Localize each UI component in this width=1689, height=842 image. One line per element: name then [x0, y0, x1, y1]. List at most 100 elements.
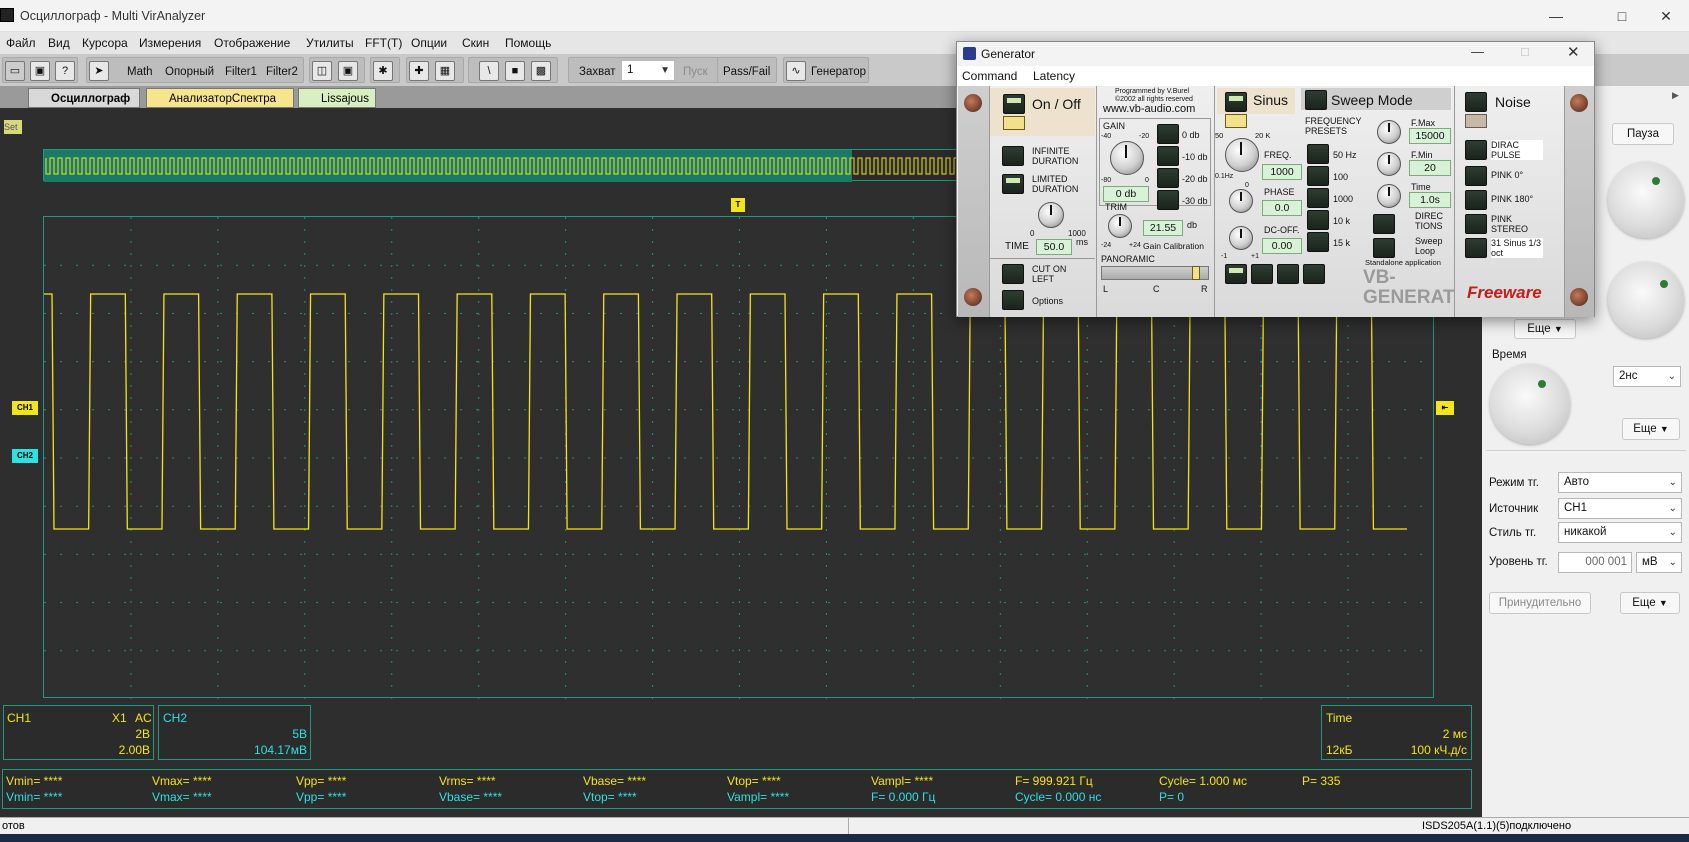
sweep-mode-switch[interactable] [1305, 90, 1327, 110]
menu-file[interactable]: Файл [6, 36, 36, 50]
trim-knob[interactable] [1108, 214, 1132, 238]
close-button[interactable]: ✕ [1643, 0, 1689, 32]
fmin-value[interactable]: 20 [1409, 160, 1451, 176]
help-icon[interactable]: ? [55, 61, 75, 81]
duration-value[interactable]: 50.0 [1036, 239, 1072, 255]
fmax-value[interactable]: 15000 [1409, 128, 1451, 144]
overview-viewport[interactable] [44, 150, 852, 182]
panel-collapse-icon[interactable]: ▶ [1672, 90, 1679, 101]
pause-button[interactable]: Пауза [1612, 123, 1674, 145]
trigger-level-unit-select[interactable]: мВ ⌄ [1636, 552, 1682, 573]
freq-preset-15k-switch[interactable] [1307, 232, 1329, 252]
freq-preset-50-switch[interactable] [1307, 144, 1329, 164]
trigger-marker[interactable]: T [731, 198, 745, 212]
noise-switch[interactable] [1465, 92, 1487, 112]
volts-knob-ch1[interactable] [1608, 162, 1684, 238]
trim-value[interactable]: 21.55 [1143, 220, 1183, 236]
ch1-marker[interactable]: CH1 [12, 401, 38, 415]
generator-button[interactable]: Генератор [811, 62, 866, 82]
generator-close-button[interactable]: ✕ [1567, 43, 1580, 61]
capture-select[interactable]: 1 ▼ [621, 60, 675, 81]
dc-offset-value[interactable]: 0.00 [1262, 238, 1302, 254]
new-icon[interactable]: ▭ [5, 61, 25, 81]
waveform-sine-button[interactable] [1225, 264, 1247, 284]
options-switch[interactable] [1002, 290, 1024, 310]
phase-value[interactable]: 0.0 [1262, 200, 1302, 216]
sweep-time-value[interactable]: 1.0s [1409, 192, 1451, 208]
waveform-square-button[interactable] [1303, 264, 1325, 284]
reference-button[interactable]: Опорный [165, 62, 214, 82]
trigger-level-marker[interactable]: ⇤ [1436, 401, 1454, 415]
menu-measurements[interactable]: Измерения [139, 36, 201, 50]
generator-icon[interactable]: ∿ [786, 61, 806, 81]
ch2-marker[interactable]: CH2 [12, 449, 38, 463]
menu-skin[interactable]: Скин [462, 36, 489, 50]
generator-menu-command[interactable]: Command [962, 69, 1017, 83]
dc-offset-knob[interactable] [1229, 226, 1253, 250]
minimize-button[interactable]: — [1533, 0, 1579, 32]
limited-duration-switch[interactable] [1002, 174, 1024, 194]
pointer-icon[interactable]: ➤ [89, 61, 109, 81]
gain-preset-30-switch[interactable] [1157, 190, 1179, 210]
trigger-style-select[interactable]: никакой ⌄ [1558, 522, 1682, 543]
ch1-info-box[interactable]: CH1 X1 AC 2В 2.00В [3, 705, 154, 760]
save-icon[interactable]: ▣ [30, 61, 50, 81]
zoom-tool-icon[interactable]: ▦ [435, 61, 455, 81]
tab-spectrum-analyzer[interactable]: АнализаторСпектра [146, 88, 294, 108]
waveform-saw-button[interactable] [1277, 264, 1299, 284]
tab-oscilloscope[interactable]: Осциллограф [28, 88, 140, 108]
menu-cursors[interactable]: Курсора [82, 36, 128, 50]
fmin-knob[interactable] [1377, 152, 1401, 176]
split-view-icon[interactable]: ◫ [312, 61, 332, 81]
noise-31sinus-switch[interactable] [1465, 238, 1487, 258]
generator-minimize-button[interactable]: — [1471, 44, 1484, 59]
math-button[interactable]: Math [127, 62, 153, 82]
line-tool-icon[interactable]: \ [479, 61, 499, 81]
phase-knob[interactable] [1229, 189, 1253, 213]
gain-value[interactable]: 0 db [1103, 186, 1149, 202]
fmax-knob[interactable] [1377, 120, 1401, 144]
freq-preset-10k-switch[interactable] [1307, 210, 1329, 230]
freq-preset-100-switch[interactable] [1307, 166, 1329, 186]
time-select[interactable]: 2нс ⌄ [1613, 366, 1681, 387]
passfail-button[interactable]: Pass/Fail [723, 62, 770, 82]
gain-knob[interactable] [1110, 141, 1144, 175]
on-off-switch[interactable] [1003, 94, 1025, 114]
time-knob[interactable] [1490, 364, 1570, 444]
freq-value[interactable]: 1000 [1262, 164, 1302, 180]
sweep-time-knob[interactable] [1377, 184, 1401, 208]
menu-options[interactable]: Опции [411, 36, 447, 50]
infinite-duration-switch[interactable] [1002, 146, 1024, 166]
freq-preset-1000-switch[interactable] [1307, 188, 1329, 208]
panoramic-slider[interactable] [1101, 266, 1209, 280]
noise-dirac-switch[interactable] [1465, 140, 1487, 160]
sinus-switch[interactable] [1225, 92, 1247, 112]
settings-icon[interactable]: ✱ [373, 61, 393, 81]
gain-preset-20-switch[interactable] [1157, 168, 1179, 188]
ch2-info-box[interactable]: CH2 5В 104.17мВ [158, 705, 311, 760]
time-info-box[interactable]: Time 2 мс 12кБ 100 кЧ.д/с [1321, 705, 1472, 760]
waveform-triangle-button[interactable] [1251, 264, 1273, 284]
trigger-source-select[interactable]: CH1 ⌄ [1558, 498, 1682, 519]
sweep-loop-switch[interactable] [1373, 238, 1395, 258]
trigger-mode-select[interactable]: Авто ⌄ [1558, 472, 1682, 493]
force-trigger-button[interactable]: Принудительно [1489, 592, 1591, 614]
color-icon[interactable]: ▩ [531, 61, 551, 81]
menu-utilities[interactable]: Утилиты [306, 36, 354, 50]
tab-scroll-left-icon[interactable] [0, 88, 16, 108]
freq-knob[interactable] [1225, 138, 1259, 172]
more-button-2[interactable]: Еще ▼ [1622, 418, 1680, 440]
panoramic-slider-thumb[interactable] [1192, 266, 1200, 280]
stop-icon[interactable]: ■ [505, 61, 525, 81]
directions-switch[interactable] [1373, 214, 1395, 234]
tab-lissajous[interactable]: Lissajous [298, 88, 376, 108]
maximize-button[interactable]: □ [1599, 0, 1645, 32]
menu-help[interactable]: Помощь [505, 36, 551, 50]
generator-menu-latency[interactable]: Latency [1033, 69, 1075, 83]
cut-on-left-switch[interactable] [1002, 264, 1024, 284]
filter1-button[interactable]: Filter1 [225, 62, 257, 82]
more-button-3[interactable]: Еще ▼ [1620, 592, 1680, 614]
volts-knob-ch2[interactable] [1608, 262, 1684, 338]
duration-knob[interactable] [1038, 202, 1064, 228]
gain-preset-0-switch[interactable] [1157, 124, 1179, 144]
